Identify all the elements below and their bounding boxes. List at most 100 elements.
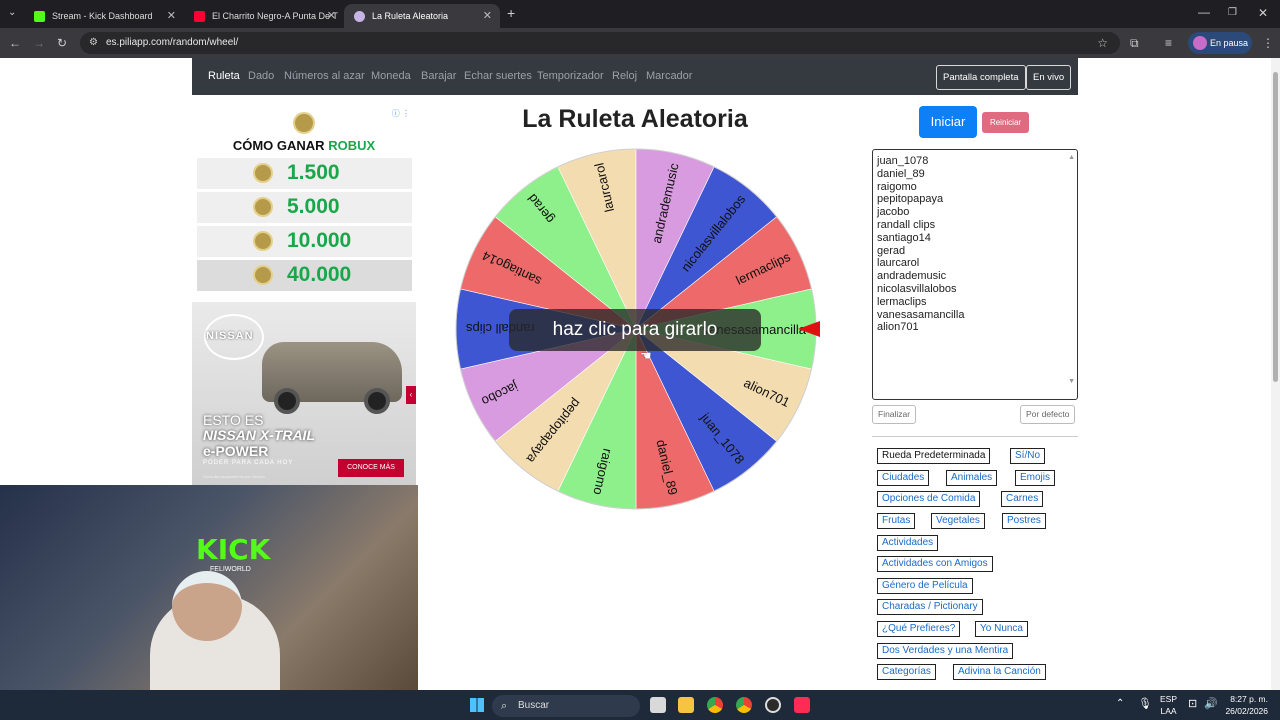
tab-title: El Charrito Negro-A Punta De T [212, 11, 338, 21]
conoce-mas-button[interactable]: CONOCE MÁS [338, 459, 404, 477]
scroll-down-icon[interactable]: ▼ [1068, 376, 1075, 389]
language-indicator[interactable]: ESP LAA [1160, 693, 1177, 717]
tab-kick-dashboard[interactable]: Stream - Kick Dashboard ✕ [24, 4, 184, 28]
preset-vegetales[interactable]: Vegetales [931, 513, 985, 529]
names-textarea[interactable]: juan_1078 daniel_89 raigomo pepitopapaya jac… [872, 149, 1078, 400]
new-tab-button[interactable]: + [507, 5, 515, 21]
file-explorer-icon[interactable] [678, 697, 694, 713]
preset-genero-de-pelicula[interactable]: Género de Película [877, 578, 973, 594]
network-icon[interactable]: ⊡ [1188, 697, 1197, 710]
chrome-icon[interactable] [707, 697, 723, 713]
live-button[interactable]: En vivo [1026, 65, 1072, 90]
tab-youtube[interactable]: El Charrito Negro-A Punta De T ✕ [184, 4, 344, 28]
preset-opciones-de-comida[interactable]: Opciones de Comida [877, 491, 981, 507]
volume-icon[interactable]: 🔊 [1204, 697, 1218, 710]
robux-coin-icon [253, 231, 273, 251]
finish-button[interactable]: Finalizar [872, 405, 917, 424]
preset-frutas[interactable]: Frutas [877, 513, 916, 529]
chrome-active-icon[interactable] [736, 697, 752, 713]
windows-start-icon[interactable] [470, 698, 484, 712]
tab-title: La Ruleta Aleatoria [372, 11, 449, 21]
tiktok-icon[interactable] [794, 697, 810, 713]
wheel-overlay-label[interactable]: haz clic para girarlo [509, 309, 761, 351]
tab-title: Stream - Kick Dashboard [52, 11, 153, 21]
nav-dado[interactable]: Dado [248, 70, 274, 82]
tab-ruleta[interactable]: La Ruleta Aleatoria ✕ [344, 4, 500, 28]
robux-row: 10.000 [197, 226, 412, 257]
preset-adivina-la-cancion[interactable]: Adivina la Canción [953, 664, 1046, 680]
nav-ruleta[interactable]: Ruleta [208, 70, 240, 82]
profile-button[interactable]: En pausa [1188, 32, 1252, 54]
clock[interactable]: 8:27 p. m. 26/02/2026 [1225, 693, 1268, 717]
site-info-icon[interactable]: ⚙ [89, 32, 98, 54]
tray-chevron-icon[interactable]: ⌃ [1116, 698, 1124, 709]
preset-animales[interactable]: Animales [946, 470, 998, 486]
menu-icon[interactable]: ⋮ [1262, 35, 1274, 51]
page-scrollbar[interactable] [1271, 58, 1280, 690]
preset-ciudades[interactable]: Ciudades [877, 470, 930, 486]
back-icon[interactable]: ← [9, 35, 21, 51]
scrollbar-thumb[interactable] [1273, 72, 1278, 382]
robux-amount: 40.000 [287, 263, 352, 286]
nav-numeros[interactable]: Números al azar [284, 70, 365, 82]
page-title: La Ruleta Aleatoria [522, 105, 748, 133]
default-button[interactable]: Por defecto [1020, 405, 1076, 424]
preset-yo-nunca[interactable]: Yo Nunca [975, 621, 1028, 637]
preset-actividades[interactable]: Actividades [877, 535, 939, 551]
name-entry: lermaclips [877, 295, 927, 308]
start-button[interactable]: Iniciar [919, 106, 977, 138]
page-content: Ruleta Dado Números al azar Moneda Baraj… [0, 58, 1280, 690]
profile-status: En pausa [1210, 38, 1249, 48]
nav-moneda[interactable]: Moneda [371, 70, 411, 82]
extensions-icon[interactable]: ⧉ [1130, 35, 1139, 51]
nissan-fine-print: Consulta equipamiento por versión [203, 474, 265, 479]
reset-button[interactable]: Reiniciar [982, 112, 1029, 133]
forward-icon[interactable]: → [33, 35, 45, 51]
preset-categorias[interactable]: Categorías [877, 664, 936, 680]
close-tab-icon[interactable]: ✕ [167, 9, 176, 22]
close-window-icon[interactable]: ✕ [1258, 5, 1268, 21]
taskbar-search[interactable]: ⌕ Buscar [492, 695, 640, 717]
fullscreen-button[interactable]: Pantalla completa [936, 65, 1026, 90]
mouse-cursor-icon: ☚ [640, 348, 652, 363]
nissan-line2: NISSAN X-TRAIL [203, 427, 315, 443]
nav-barajar[interactable]: Barajar [421, 70, 456, 82]
bookmark-star-icon[interactable]: ☆ [1097, 32, 1108, 54]
nav-echar-suertes[interactable]: Echar suertes [464, 70, 532, 82]
preset-dos-verdades[interactable]: Dos Verdades y una Mentira [877, 643, 1014, 659]
name-entry: laurcarol [877, 257, 920, 270]
nav-marcador[interactable]: Marcador [646, 70, 692, 82]
wheel-overlay-text: haz clic para girarlo [552, 319, 718, 340]
preset-rueda-predeterminada[interactable]: Rueda Predeterminada [877, 448, 991, 464]
ad-next-arrow-icon[interactable]: ‹ [406, 386, 416, 404]
close-tab-icon[interactable]: ✕ [483, 9, 492, 22]
webcam-overlay: KICK FELIWORLD [0, 485, 418, 690]
address-bar[interactable]: ⚙ es.piliapp.com/random/wheel/ ☆ [80, 32, 1120, 54]
preset-postres[interactable]: Postres [1002, 513, 1046, 529]
preset-si-no[interactable]: Sí/No [1010, 448, 1046, 464]
media-control-icon[interactable]: ≡ [1165, 35, 1172, 51]
preset-emojis[interactable]: Emojis [1015, 470, 1056, 486]
microphone-icon[interactable]: 🎙 [1138, 697, 1152, 710]
tab-list-icon[interactable]: ⌄ [8, 5, 16, 21]
nissan-ad[interactable]: NISSAN ESTO ES NISSAN X-TRAIL e-POWER PO… [192, 302, 416, 486]
robux-ad[interactable]: ⓘ ⋮ CÓMO GANAR ROBUX 1.500 5.000 10.000 … [192, 100, 416, 291]
search-icon: ⌕ [501, 700, 508, 712]
name-entry: andrademusic [877, 270, 947, 283]
task-view-icon[interactable] [650, 697, 666, 713]
name-entry: nicolasvillalobos [877, 282, 957, 295]
scroll-up-icon[interactable]: ▲ [1068, 152, 1075, 165]
nav-temporizador[interactable]: Temporizador [537, 70, 604, 82]
restore-icon[interactable]: ❐ [1228, 5, 1237, 21]
ad-choices-icon[interactable]: ⓘ ⋮ [392, 108, 410, 119]
preset-carnes[interactable]: Carnes [1001, 491, 1044, 507]
search-label: Buscar [518, 700, 550, 711]
reload-icon[interactable]: ↻ [57, 35, 67, 51]
close-tab-icon[interactable]: ✕ [327, 9, 336, 22]
minimize-icon[interactable]: — [1198, 4, 1210, 20]
nav-reloj[interactable]: Reloj [612, 70, 637, 82]
preset-charadas[interactable]: Charadas / Pictionary [877, 599, 983, 615]
preset-actividades-con-amigos[interactable]: Actividades con Amigos [877, 556, 993, 572]
obs-icon[interactable] [765, 697, 781, 713]
preset-que-prefieres[interactable]: ¿Qué Prefieres? [877, 621, 961, 637]
